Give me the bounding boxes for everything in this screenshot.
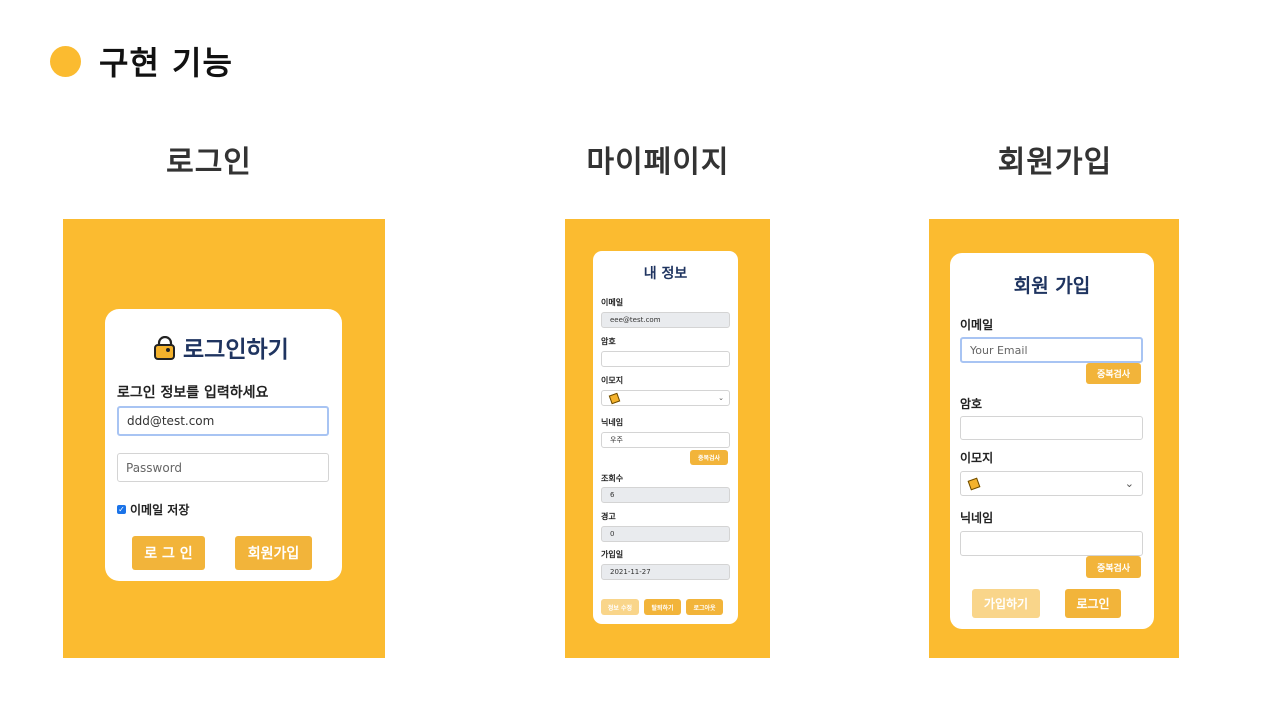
login-button[interactable]: 로 그 인	[132, 536, 205, 570]
signup-email-dup-button[interactable]: 중복검사	[1086, 363, 1141, 384]
join-button[interactable]: 가입하기	[972, 589, 1040, 618]
mypage-email-field: eee@test.com	[601, 312, 730, 328]
mypage-password-field[interactable]	[601, 351, 730, 367]
chevron-down-icon: ⌄	[718, 394, 724, 402]
cursor-emoji-icon	[608, 392, 621, 404]
login-card: 로그인하기 로그인 정보를 입력하세요 ddd@test.com Passwor…	[105, 309, 342, 581]
bullet-dot	[50, 45, 81, 77]
login-subheading: 로그인 정보를 입력하세요	[117, 385, 269, 401]
remember-label: 이메일 저장	[130, 503, 190, 517]
lock-icon	[153, 335, 175, 360]
mypage-emoji-label: 이모지	[601, 376, 624, 385]
mypage-dup-check-button[interactable]: 중복검사	[690, 450, 728, 465]
mypage-warning-label: 경고	[601, 512, 616, 521]
signup-button[interactable]: 회원가입	[235, 536, 312, 570]
mypage-screenshot: 내 정보 이메일 eee@test.com 암호 이모지 ⌄ 닉네임 우주 중복…	[565, 219, 770, 658]
signup-screenshot: 회원 가입 이메일 Your Email 중복검사 암호 이모지 ⌄ 닉네임 중…	[929, 219, 1179, 658]
mypage-joined-field: 2021-11-27	[601, 564, 730, 580]
email-input-value: ddd@test.com	[127, 414, 215, 428]
mypage-nickname-field[interactable]: 우주	[601, 432, 730, 448]
logout-button[interactable]: 로그아웃	[686, 599, 723, 615]
signup-title: 회원 가입	[1013, 275, 1091, 297]
signup-nickname-dup-button[interactable]: 중복검사	[1086, 556, 1141, 578]
remember-email-row: ✓ 이메일 저장	[117, 501, 189, 518]
slide-title: 구현 기능	[99, 44, 233, 82]
mypage-views-field: 6	[601, 487, 730, 503]
signup-email-placeholder: Your Email	[970, 343, 1028, 357]
signup-nickname-input[interactable]	[960, 531, 1143, 556]
signup-password-label: 암호	[960, 397, 983, 411]
mypage-views-label: 조회수	[601, 474, 624, 483]
withdraw-button[interactable]: 탈퇴하기	[644, 599, 681, 615]
signup-email-label: 이메일	[960, 318, 994, 332]
mypage-title: 내 정보	[643, 266, 688, 282]
mypage-views-value: 6	[610, 491, 615, 499]
edit-info-button[interactable]: 정보 수정	[601, 599, 639, 615]
signup-password-input[interactable]	[960, 416, 1143, 440]
column-title-signup: 회원가입	[997, 145, 1113, 180]
slide-header: 구현 기능	[50, 38, 233, 84]
login-heading: 로그인하기	[153, 330, 289, 364]
mypage-warning-field: 0	[601, 526, 730, 542]
mypage-nickname-label: 닉네임	[601, 418, 624, 427]
email-input[interactable]: ddd@test.com	[117, 406, 329, 436]
chevron-down-icon: ⌄	[1124, 477, 1134, 490]
signup-email-input[interactable]: Your Email	[960, 337, 1143, 363]
mypage-card: 내 정보 이메일 eee@test.com 암호 이모지 ⌄ 닉네임 우주 중복…	[593, 251, 738, 624]
login-screenshot: 로그인하기 로그인 정보를 입력하세요 ddd@test.com Passwor…	[63, 219, 385, 658]
login-title: 로그인하기	[183, 337, 289, 363]
mypage-emoji-select[interactable]: ⌄	[601, 390, 730, 406]
signup-emoji-label: 이모지	[960, 451, 994, 465]
signup-emoji-select[interactable]: ⌄	[960, 471, 1143, 496]
mypage-email-label: 이메일	[601, 298, 624, 307]
mypage-joined-label: 가입일	[601, 550, 624, 559]
mypage-email-value: eee@test.com	[610, 316, 661, 324]
remember-checkbox[interactable]: ✓	[117, 505, 126, 514]
mypage-joined-value: 2021-11-27	[610, 568, 651, 576]
signup-card: 회원 가입 이메일 Your Email 중복검사 암호 이모지 ⌄ 닉네임 중…	[950, 253, 1154, 629]
cursor-emoji-icon	[967, 477, 981, 490]
signup-nickname-label: 닉네임	[960, 511, 994, 525]
mypage-password-label: 암호	[601, 337, 616, 346]
column-title-login: 로그인	[166, 145, 252, 180]
mypage-warning-value: 0	[610, 530, 615, 538]
password-input[interactable]: Password	[117, 453, 329, 482]
column-title-mypage: 마이페이지	[586, 145, 730, 180]
signup-login-button[interactable]: 로그인	[1065, 589, 1121, 618]
password-placeholder: Password	[126, 460, 183, 475]
mypage-nickname-value: 우주	[610, 436, 623, 444]
